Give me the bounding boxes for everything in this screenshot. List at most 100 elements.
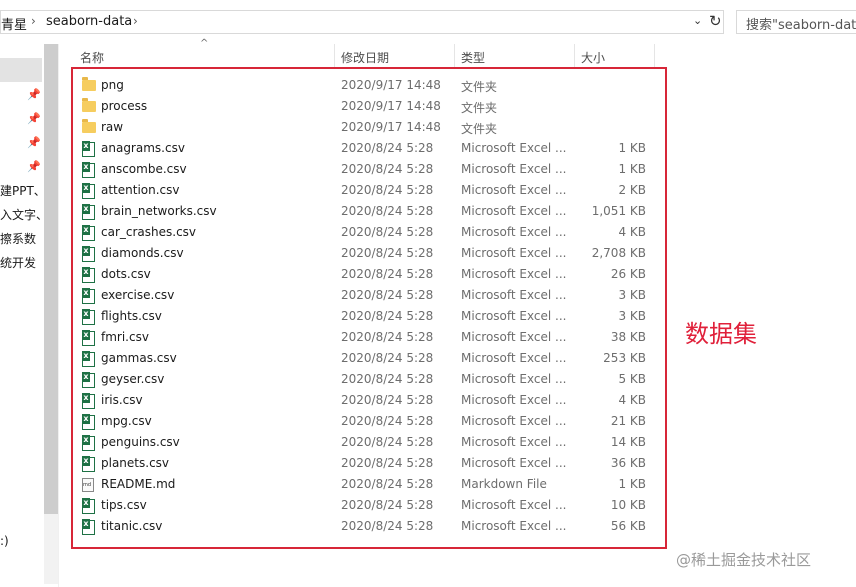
excel-csv-icon bbox=[82, 351, 95, 367]
file-type: Microsoft Excel ... bbox=[461, 267, 567, 281]
file-size: 10 KB bbox=[610, 498, 646, 512]
file-row[interactable]: iris.csv 2020/8/24 5:28 Microsoft Excel ..… bbox=[74, 391, 664, 412]
file-size: 3 KB bbox=[618, 309, 646, 323]
file-row[interactable]: geyser.csv 2020/8/24 5:28 Microsoft Excel … bbox=[74, 370, 664, 391]
excel-csv-icon bbox=[82, 330, 95, 346]
file-name: diamonds.csv bbox=[101, 246, 184, 260]
breadcrumb-parent[interactable]: 青星 bbox=[1, 14, 27, 33]
file-size: 3 KB bbox=[618, 288, 646, 302]
column-divider[interactable] bbox=[334, 44, 335, 68]
column-divider[interactable] bbox=[654, 44, 655, 68]
pin-icon[interactable]: 📌 bbox=[27, 136, 41, 149]
file-date: 2020/8/24 5:28 bbox=[341, 393, 434, 407]
nav-item[interactable]: 入文字、 bbox=[0, 206, 48, 223]
file-row[interactable]: planets.csv 2020/8/24 5:28 Microsoft Excel… bbox=[74, 454, 664, 475]
address-dropdown-icon[interactable]: ⌄ bbox=[693, 14, 702, 27]
file-type: Microsoft Excel ... bbox=[461, 393, 567, 407]
file-list: png 2020/9/17 14:48 文件夹 process 2020/9/17 14… bbox=[74, 76, 664, 538]
refresh-icon[interactable]: ↻ bbox=[709, 12, 722, 30]
file-date: 2020/8/24 5:28 bbox=[341, 498, 434, 512]
file-row[interactable]: brain_networks.csv 2020/8/24 5:28 Microsof… bbox=[74, 202, 664, 223]
file-name: mpg.csv bbox=[101, 414, 152, 428]
excel-csv-icon bbox=[82, 372, 95, 388]
file-type: Microsoft Excel ... bbox=[461, 204, 567, 218]
file-row[interactable]: gammas.csv 2020/8/24 5:28 Microsoft Excel … bbox=[74, 349, 664, 370]
file-row[interactable]: diamonds.csv 2020/8/24 5:28 Microsoft Exce… bbox=[74, 244, 664, 265]
pin-icon[interactable]: 📌 bbox=[27, 88, 41, 101]
column-header-date[interactable]: 修改日期 bbox=[341, 49, 389, 66]
file-size: 4 KB bbox=[618, 225, 646, 239]
pin-icon[interactable]: 📌 bbox=[27, 160, 41, 173]
file-size: 38 KB bbox=[610, 330, 646, 344]
excel-csv-icon bbox=[82, 498, 95, 514]
file-name: geyser.csv bbox=[101, 372, 165, 386]
nav-scrollbar-thumb[interactable] bbox=[44, 44, 58, 514]
file-name: raw bbox=[101, 120, 124, 134]
file-type: Microsoft Excel ... bbox=[461, 498, 567, 512]
file-date: 2020/8/24 5:28 bbox=[341, 141, 434, 155]
file-name: tips.csv bbox=[101, 498, 147, 512]
file-date: 2020/8/24 5:28 bbox=[341, 519, 434, 533]
nav-item[interactable]: 统开发 bbox=[0, 254, 36, 271]
file-type: Microsoft Excel ... bbox=[461, 456, 567, 470]
file-row[interactable]: attention.csv 2020/8/24 5:28 Microsoft Exc… bbox=[74, 181, 664, 202]
excel-csv-icon bbox=[82, 267, 95, 283]
file-row[interactable]: anagrams.csv 2020/8/24 5:28 Microsoft Exce… bbox=[74, 139, 664, 160]
file-type: Microsoft Excel ... bbox=[461, 225, 567, 239]
nav-scrollbar[interactable] bbox=[44, 44, 58, 584]
column-header-size[interactable]: 大小 bbox=[581, 49, 605, 66]
nav-item[interactable]: 擦系数 bbox=[0, 230, 36, 247]
file-type: Microsoft Excel ... bbox=[461, 288, 567, 302]
nav-item[interactable]: :) bbox=[0, 534, 9, 548]
column-header-name[interactable]: 名称 bbox=[80, 49, 104, 66]
file-row[interactable]: exercise.csv 2020/8/24 5:28 Microsoft Exce… bbox=[74, 286, 664, 307]
file-row[interactable]: titanic.csv 2020/8/24 5:28 Microsoft Excel… bbox=[74, 517, 664, 538]
file-row[interactable]: flights.csv 2020/8/24 5:28 Microsoft Excel… bbox=[74, 307, 664, 328]
file-row[interactable]: tips.csv 2020/8/24 5:28 Microsoft Excel ..… bbox=[74, 496, 664, 517]
file-row[interactable]: penguins.csv 2020/8/24 5:28 Microsoft Exce… bbox=[74, 433, 664, 454]
column-divider[interactable] bbox=[574, 44, 575, 68]
file-size: 26 KB bbox=[610, 267, 646, 281]
file-date: 2020/8/24 5:28 bbox=[341, 372, 434, 386]
breadcrumb-separator-icon[interactable]: › bbox=[31, 14, 36, 28]
excel-csv-icon bbox=[82, 288, 95, 304]
file-row[interactable]: process 2020/9/17 14:48 文件夹 bbox=[74, 97, 664, 118]
file-type: Microsoft Excel ... bbox=[461, 435, 567, 449]
file-date: 2020/8/24 5:28 bbox=[341, 351, 434, 365]
file-size: 2 KB bbox=[618, 183, 646, 197]
folder-icon bbox=[82, 98, 96, 112]
excel-csv-icon bbox=[82, 456, 95, 472]
excel-csv-icon bbox=[82, 393, 95, 409]
file-type: Microsoft Excel ... bbox=[461, 414, 567, 428]
column-header-type[interactable]: 类型 bbox=[461, 49, 485, 66]
column-divider[interactable] bbox=[454, 44, 455, 68]
file-type: 文件夹 bbox=[461, 80, 498, 94]
file-row[interactable]: fmri.csv 2020/8/24 5:28 Microsoft Excel ..… bbox=[74, 328, 664, 349]
pin-icon[interactable]: 📌 bbox=[27, 112, 41, 125]
nav-selected-item[interactable] bbox=[0, 58, 42, 82]
file-row[interactable]: dots.csv 2020/8/24 5:28 Microsoft Excel ..… bbox=[74, 265, 664, 286]
address-bar[interactable]: 青星 › seaborn-data › ⌄ ↻ bbox=[0, 10, 724, 34]
file-type: Microsoft Excel ... bbox=[461, 141, 567, 155]
file-row[interactable]: mpg.csv 2020/8/24 5:28 Microsoft Excel ...… bbox=[74, 412, 664, 433]
file-name: fmri.csv bbox=[101, 330, 149, 344]
file-row[interactable]: anscombe.csv 2020/8/24 5:28 Microsoft Exce… bbox=[74, 160, 664, 181]
file-date: 2020/8/24 5:28 bbox=[341, 330, 434, 344]
file-row[interactable]: car_crashes.csv 2020/8/24 5:28 Microsoft E… bbox=[74, 223, 664, 244]
folder-icon bbox=[82, 77, 96, 91]
search-placeholder: 搜索"seaborn-data" bbox=[746, 18, 856, 33]
file-row[interactable]: README.md 2020/8/24 5:28 Markdown File 1 KB bbox=[74, 475, 664, 496]
search-input[interactable]: 搜索"seaborn-data" bbox=[736, 10, 856, 34]
file-row[interactable]: raw 2020/9/17 14:48 文件夹 bbox=[74, 118, 664, 139]
dataset-annotation: 数据集 bbox=[685, 320, 757, 348]
breadcrumb-current[interactable]: seaborn-data bbox=[46, 14, 132, 29]
file-size: 14 KB bbox=[610, 435, 646, 449]
nav-item[interactable]: 建PPT、 bbox=[0, 182, 46, 199]
excel-csv-icon bbox=[82, 204, 95, 220]
file-size: 2,708 KB bbox=[591, 246, 646, 260]
excel-csv-icon bbox=[82, 225, 95, 241]
file-row[interactable]: png 2020/9/17 14:48 文件夹 bbox=[74, 76, 664, 97]
file-date: 2020/8/24 5:28 bbox=[341, 456, 434, 470]
breadcrumb-chevron-icon[interactable]: › bbox=[133, 14, 138, 28]
file-type: 文件夹 bbox=[461, 101, 498, 115]
